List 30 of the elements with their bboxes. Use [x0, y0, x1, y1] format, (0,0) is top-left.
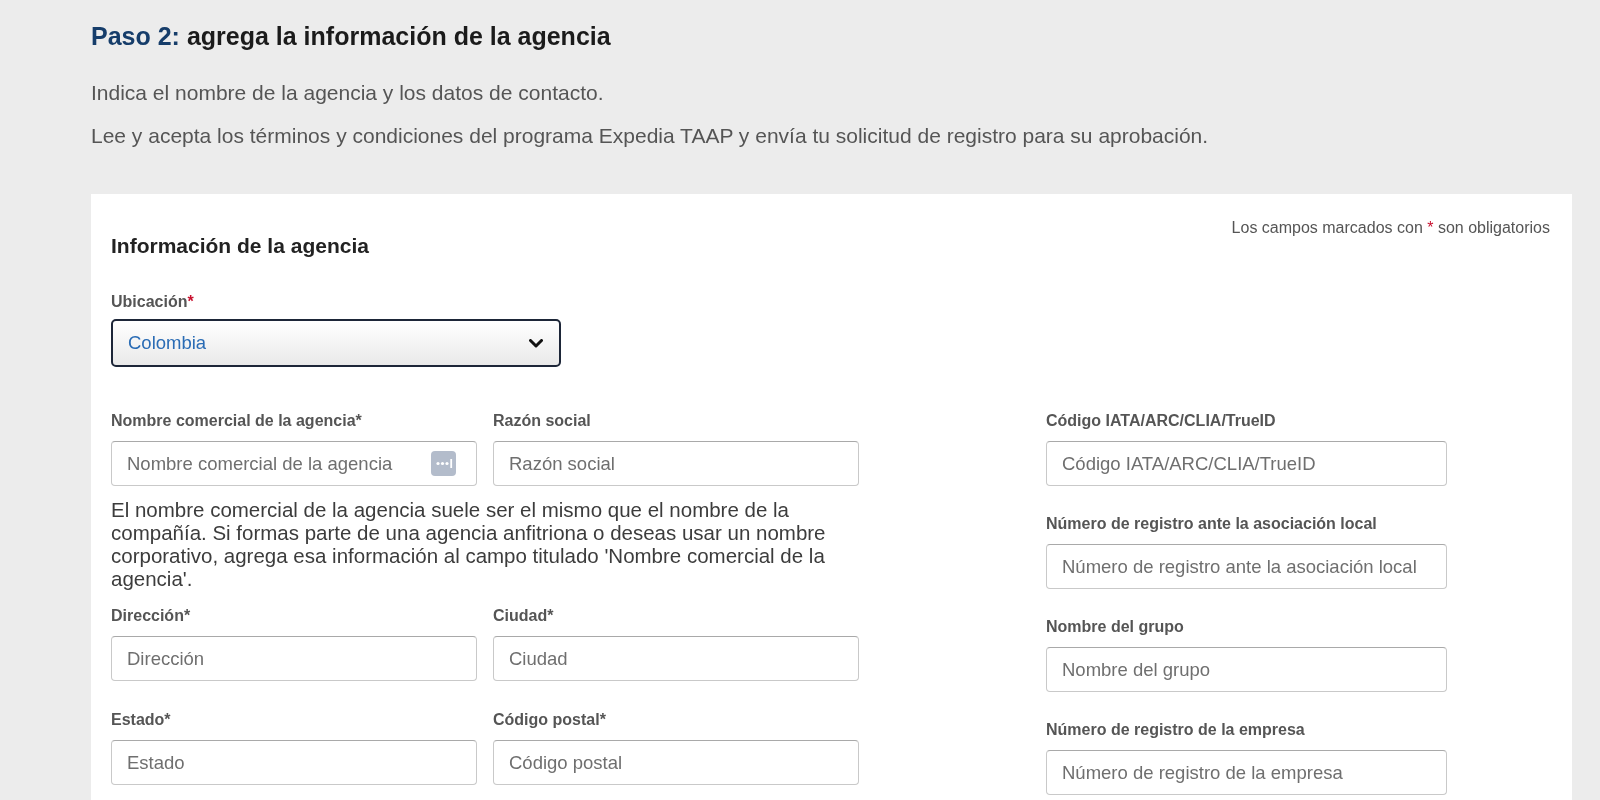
step-heading: Paso 2: agrega la información de la agencia [91, 21, 611, 51]
field-label: Ciudad* [493, 606, 555, 626]
text-field[interactable]: Dirección [111, 636, 477, 681]
field-label: Código postal* [493, 710, 607, 730]
text-field[interactable]: Número de registro ante la asociación local [1046, 544, 1447, 589]
section-title: Información de la agencia [111, 233, 369, 258]
help-text: El nombre comercial de la agencia suele ser el mismo que el nombre de la compañía. Si formas parte de una agencia anfitriona o deseas usar un nombre corporativo, agrega esa información al campo titulado 'Nombre comercial de la agencia'. [111, 498, 827, 590]
field-label: Ubicación* [111, 292, 194, 312]
text-field[interactable]: Nombre comercial de la agencia [111, 441, 477, 486]
field-label: Dirección* [111, 606, 192, 626]
field-label: Nombre comercial de la agencia* [111, 411, 363, 431]
text-field[interactable]: Razón social [493, 441, 859, 486]
field-label: Número de registro ante la asociación local [1046, 514, 1378, 534]
text-field[interactable]: Ciudad [493, 636, 859, 681]
field-label: Razón social [493, 411, 592, 431]
field-label: Estado* [111, 710, 172, 730]
field-label: Nombre del grupo [1046, 617, 1185, 637]
intro-text: Indica el nombre de la agencia y los datos de contacto. [91, 80, 604, 106]
text-field[interactable]: Código postal [493, 740, 859, 785]
country-select[interactable]: Colombia [111, 319, 561, 367]
field-label: Código IATA/ARC/CLIA/TrueID [1046, 411, 1277, 431]
chevron-down-icon [529, 338, 543, 348]
required-fields-note: Los campos marcados con * son obligatorios [1231, 218, 1550, 237]
field-label: Número de registro de la empresa [1046, 720, 1306, 740]
text-field[interactable]: Código IATA/ARC/CLIA/TrueID [1046, 441, 1447, 486]
text-field[interactable]: Nombre del grupo [1046, 647, 1447, 692]
intro-text: Lee y acepta los términos y condiciones del programa Expedia TAAP y envía tu solicitud de registro para su aprobación. [91, 123, 1209, 149]
dots-tile-icon[interactable] [431, 451, 456, 476]
text-field[interactable]: Número de registro de la empresa [1046, 750, 1447, 795]
text-field[interactable]: Estado [111, 740, 477, 785]
